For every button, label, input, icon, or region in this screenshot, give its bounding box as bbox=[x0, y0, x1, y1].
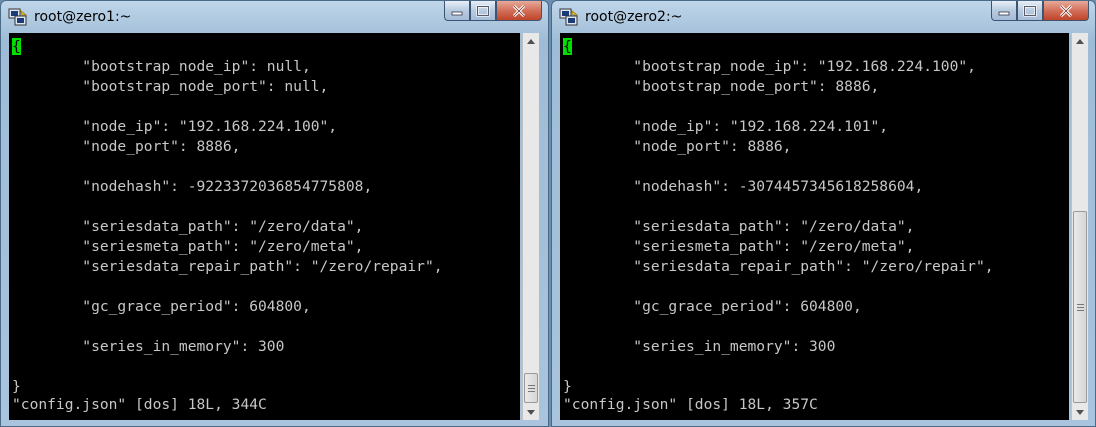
putty-icon bbox=[559, 8, 578, 26]
text-cursor: { bbox=[563, 38, 572, 55]
terminal-text: "bootstrap_node_ip": "192.168.224.100", … bbox=[563, 58, 994, 395]
title-bar[interactable]: root@zero1:~ bbox=[1, 1, 548, 33]
vim-status-line: "config.json" [dos] 18L, 357C bbox=[563, 396, 818, 413]
close-button[interactable] bbox=[496, 1, 542, 21]
maximize-icon bbox=[476, 4, 490, 17]
putty-icon bbox=[8, 8, 27, 26]
maximize-button[interactable] bbox=[1017, 1, 1043, 21]
scroll-down-button[interactable] bbox=[1072, 404, 1088, 420]
maximize-icon bbox=[1023, 4, 1037, 17]
scroll-up-button[interactable] bbox=[523, 33, 539, 49]
close-icon bbox=[1059, 4, 1073, 17]
vertical-scrollbar[interactable] bbox=[1071, 33, 1088, 420]
terminal-content: { "bootstrap_node_ip": "192.168.224.100"… bbox=[560, 33, 1069, 397]
close-icon bbox=[512, 4, 526, 17]
minimize-button[interactable] bbox=[991, 1, 1017, 21]
scroll-down-button[interactable] bbox=[523, 404, 539, 420]
arrow-down-icon bbox=[527, 409, 535, 415]
arrow-down-icon bbox=[1076, 409, 1084, 415]
text-cursor: { bbox=[12, 38, 21, 55]
scrollbar-thumb[interactable] bbox=[524, 373, 538, 403]
terminal-area[interactable]: { "bootstrap_node_ip": null, "bootstrap_… bbox=[9, 33, 520, 420]
window-title: root@zero2:~ bbox=[585, 9, 683, 25]
arrow-up-icon bbox=[527, 38, 535, 44]
caption-buttons bbox=[444, 1, 542, 23]
window-title: root@zero1:~ bbox=[34, 9, 132, 25]
terminal-window-zero1[interactable]: root@zero1:~ { "bootstrap_node_ip": null… bbox=[0, 0, 549, 427]
terminal-content: { "bootstrap_node_ip": null, "bootstrap_… bbox=[9, 33, 520, 397]
terminal-area[interactable]: { "bootstrap_node_ip": "192.168.224.100"… bbox=[560, 33, 1069, 420]
vim-status-line: "config.json" [dos] 18L, 344C bbox=[12, 396, 267, 413]
terminal-text: "bootstrap_node_ip": null, "bootstrap_no… bbox=[12, 58, 443, 395]
minimize-icon bbox=[451, 11, 463, 15]
title-bar[interactable]: root@zero2:~ bbox=[552, 1, 1095, 33]
vertical-scrollbar[interactable] bbox=[522, 33, 539, 420]
maximize-button[interactable] bbox=[470, 1, 496, 21]
grip-icon bbox=[1076, 303, 1084, 311]
scrollbar-thumb[interactable] bbox=[1073, 211, 1087, 403]
caption-buttons bbox=[991, 1, 1089, 23]
close-button[interactable] bbox=[1043, 1, 1089, 21]
minimize-button[interactable] bbox=[444, 1, 470, 21]
arrow-up-icon bbox=[1076, 38, 1084, 44]
scroll-up-button[interactable] bbox=[1072, 33, 1088, 49]
terminal-window-zero2[interactable]: root@zero2:~ { "bootstrap_node_ip": "192… bbox=[551, 0, 1096, 427]
minimize-icon bbox=[998, 11, 1010, 15]
grip-icon bbox=[527, 384, 535, 392]
